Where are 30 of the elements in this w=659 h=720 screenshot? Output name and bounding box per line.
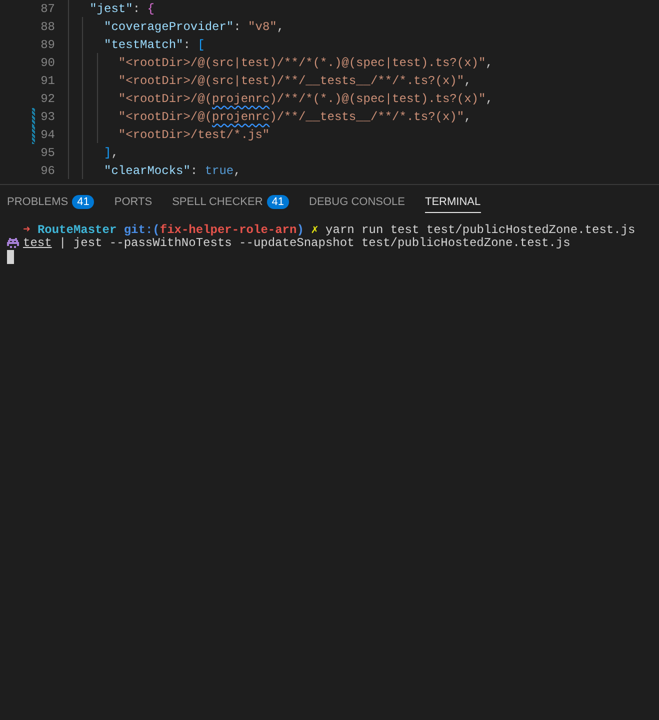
line-number: 88: [40, 20, 55, 34]
code-line: "testMatch": [: [68, 38, 205, 52]
count-badge: 41: [266, 195, 290, 209]
code-line: "jest": {: [68, 2, 154, 16]
line-number: 95: [40, 146, 55, 160]
line-number: 93: [40, 110, 55, 124]
line-number: 89: [40, 38, 55, 52]
line-number: 94: [40, 128, 55, 142]
line-number: 87: [40, 2, 55, 16]
line-number: 96: [40, 164, 55, 178]
count-badge: 41: [72, 195, 94, 209]
code-line: "<rootDir>/@(projenrc)/**/*(*.)@(spec|test).ts?(x)",: [68, 92, 493, 106]
code-line: "<rootDir>/@(src|test)/**/__tests__/**/*.ts?(x)",: [68, 74, 472, 88]
code-line: "<rootDir>/@(projenrc)/**/__tests__/**/*.ts?(x)",: [68, 110, 472, 124]
terminal-output-line: test | jest --passWithNoTests --updateSnapshot test/publicHostedZone.test.js: [23, 236, 570, 250]
code-line: "clearMocks": true,: [68, 164, 241, 178]
code-line: "<rootDir>/@(src|test)/**/*(*.)@(spec|test).ts?(x)",: [68, 56, 493, 70]
alien-icon: [7, 238, 19, 248]
panel-tab[interactable]: PROBLEMS 41: [7, 191, 94, 214]
panel-tab[interactable]: PORTS: [114, 192, 152, 213]
panel-tab[interactable]: TERMINAL: [425, 192, 481, 213]
code-line: ],: [68, 146, 118, 160]
line-number: 92: [40, 92, 55, 106]
code-line: "<rootDir>/test/*.js": [68, 128, 270, 142]
panel-tab[interactable]: DEBUG CONSOLE: [309, 192, 405, 213]
line-number: 91: [40, 74, 55, 88]
shell-prompt-line: ➜ RouteMaster git:(fix-helper-role-arn) ✗ yarn run test test/publicHostedZone.test.js: [23, 222, 636, 236]
line-number: 90: [40, 56, 55, 70]
code-line: "coverageProvider": "v8",: [68, 20, 284, 34]
panel-tab[interactable]: SPELL CHECKER 41: [172, 191, 290, 214]
